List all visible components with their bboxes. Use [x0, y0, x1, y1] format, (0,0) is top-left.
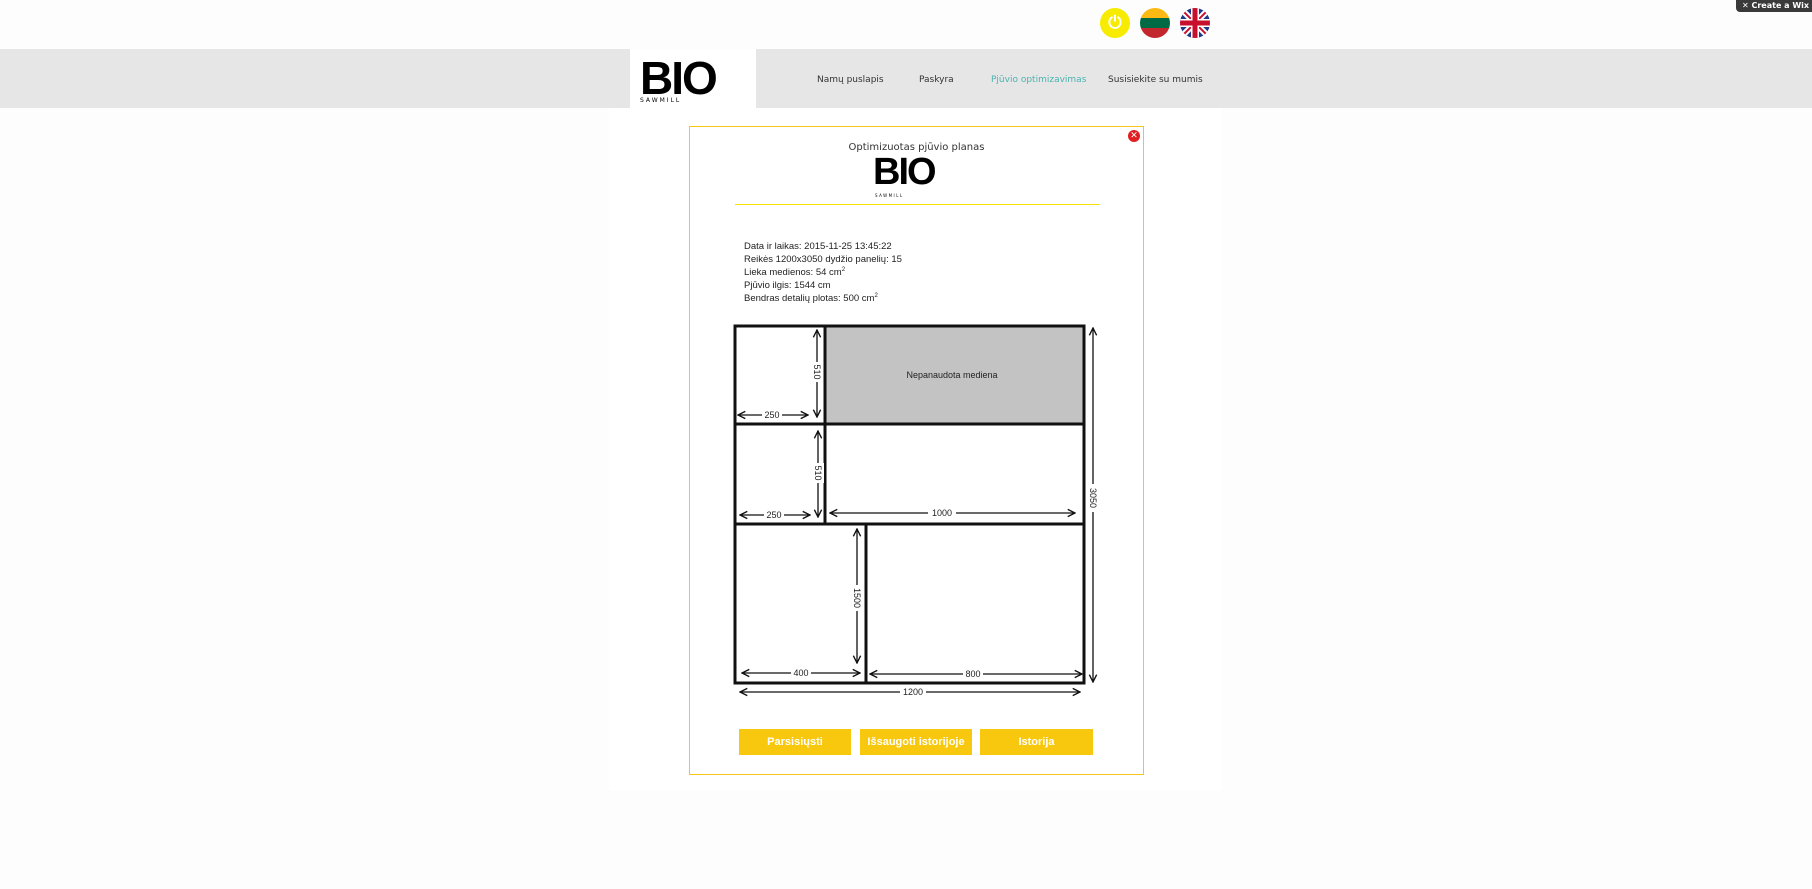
dim-label: 1000	[932, 508, 952, 518]
dim-label: 250	[764, 410, 779, 420]
save-to-history-button[interactable]: Išsaugoti istorijoje	[860, 729, 972, 755]
unused-label: Nepanaudota mediena	[906, 370, 997, 380]
dim-label: 510	[812, 364, 822, 379]
dim-label: 400	[793, 668, 808, 678]
dim-label: 1200	[903, 687, 923, 697]
dim-label: 1500	[852, 588, 862, 608]
dim-label: 800	[965, 669, 980, 679]
download-button[interactable]: Parsisiųsti	[739, 729, 851, 755]
dim-label: 3050	[1088, 488, 1098, 508]
cut-diagram: Nepanaudota mediena 250 510 250 510 1000…	[733, 324, 1099, 698]
history-button[interactable]: Istorija	[980, 729, 1093, 755]
dim-label: 250	[766, 510, 781, 520]
dim-label: 510	[813, 465, 823, 480]
